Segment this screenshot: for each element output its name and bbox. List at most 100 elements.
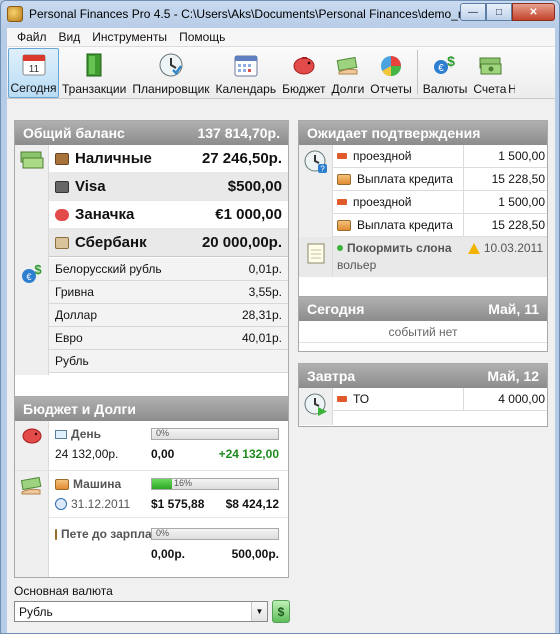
account-row[interactable]: Visa $500,00 [49, 173, 288, 201]
currency-row[interactable]: Евро 40,01р. [49, 327, 288, 350]
pending-row[interactable]: проездной 1 500,00 [333, 145, 547, 168]
pending-row[interactable]: проездной 1 500,00 [333, 191, 547, 214]
debt-progress-label: 0% [156, 528, 170, 538]
debt-progress-fill [152, 479, 173, 489]
debt-item[interactable]: Пете до зарплаты 0% 0,00р. 500,00р. [49, 518, 288, 570]
toolbar-calendar-button[interactable]: Календарь [213, 48, 280, 98]
balance-header: Общий баланс 137 814,70р. [15, 121, 288, 145]
menu-tools[interactable]: Инструменты [86, 30, 173, 44]
currency-rate: 28,31р. [241, 308, 282, 322]
door-icon [80, 51, 108, 79]
menu-help[interactable]: Помощь [173, 30, 231, 44]
currency-list: Белорусский рубль 0,01р. Гривна 3,55р. Д… [49, 258, 288, 375]
task-icon-column [299, 237, 333, 277]
toolbar-more-label: Н [509, 82, 515, 96]
budget-item[interactable]: День 0% 24 132,00р. 0,00 +24 132,00 [49, 421, 288, 470]
calendar-icon [232, 51, 260, 79]
currency-rate: 0,01р. [248, 262, 282, 276]
svg-text:11: 11 [28, 64, 39, 75]
currency-name: Гривна [55, 285, 94, 299]
toolbar-budget-button[interactable]: Бюджет [279, 48, 328, 98]
budget-title: Бюджет и Долги [23, 401, 136, 417]
svg-text:€: € [438, 63, 444, 74]
account-row[interactable]: Наличные 27 246,50р. [49, 145, 288, 173]
currency-row[interactable]: Доллар 28,31р. [49, 304, 288, 327]
pending-label: Выплата кредита [357, 218, 453, 232]
toolbar-transactions-label: Транзакции [62, 82, 127, 96]
pending-amount: 1 500,00 [463, 191, 547, 213]
pending-label: проездной [353, 195, 412, 209]
toolbar-scheduler-label: Планировщик [132, 82, 210, 96]
toolbar-debts-label: Долги [331, 82, 365, 96]
calendar-today-icon: 11 [20, 50, 48, 78]
tomorrow-row[interactable]: ТО 4 000,00 [333, 388, 547, 411]
debt-item-sub: 31.12.2011 [71, 497, 131, 511]
wallet-icon [55, 152, 69, 165]
base-currency-select[interactable]: Рубль ▼ [14, 601, 268, 622]
account-name: Наличные [75, 150, 152, 167]
toolbar-transactions-button[interactable]: Транзакции [59, 48, 129, 98]
pending-title: Ожидает подтверждения [307, 125, 481, 141]
toolbar-accounts-button[interactable]: Счета [470, 48, 509, 98]
today-date: Май, 11 [488, 301, 539, 317]
account-row[interactable]: Сбербанк 20 000,00р. [49, 229, 288, 257]
pending-amount: 1 500,00 [463, 145, 547, 167]
currency-name: Рубль [55, 354, 89, 368]
pending-header: Ожидает подтверждения [299, 121, 547, 145]
toolbar-today-button[interactable]: 11 Сегодня [8, 48, 59, 98]
tomorrow-icon-column [299, 388, 333, 425]
currencies-section: € $ Белорусский рубль 0,01р. Гривна 3,55р… [15, 258, 288, 375]
toolbar-budget-label: Бюджет [282, 82, 326, 96]
account-name: Сбербанк [75, 234, 147, 251]
bank-icon [55, 236, 69, 249]
pending-row[interactable]: Выплата кредита 15 228,50 [333, 168, 547, 191]
task-item[interactable]: Покормить слона 10.03.2011 вольер [333, 237, 547, 277]
toolbar-scheduler-button[interactable]: Планировщик [129, 48, 212, 98]
today-header: Сегодня Май, 11 [299, 297, 547, 321]
toolbar-currencies-button[interactable]: € $ Валюты [420, 48, 471, 98]
clock-question-icon: ? [303, 149, 329, 178]
task-date: 10.03.2011 [483, 241, 543, 255]
maximize-button[interactable]: □ [486, 3, 512, 21]
budget-item-right: +24 132,00 [218, 447, 279, 461]
close-button[interactable]: ✕ [512, 3, 555, 21]
today-panel: Сегодня Май, 11 событий нет [298, 296, 548, 352]
budget-progress-bar: 0% [151, 428, 279, 440]
task-section: Покормить слона 10.03.2011 вольер [299, 237, 547, 277]
base-currency-value: Рубль [19, 604, 53, 619]
svg-text:€: € [26, 272, 31, 282]
debt-item[interactable]: Машина 16% 31.12.2011 $1 575,88 $8 424,1… [49, 471, 288, 518]
debt-item-left: $1 575,88 [151, 497, 205, 511]
title-bar[interactable]: Personal Finances Pro 4.5 - C:\Users\Aks… [1, 1, 559, 27]
budget-item-sub: 24 132,00р. [55, 447, 119, 461]
window-controls: — □ ✕ [460, 3, 555, 21]
budget-group-debts: Машина 16% 31.12.2011 $1 575,88 $8 424,1… [15, 471, 288, 577]
expense-icon [337, 153, 347, 159]
account-name: Visa [75, 178, 106, 195]
pending-icon-column: ? [299, 145, 333, 237]
expense-icon [337, 396, 347, 402]
money-stack-icon [20, 149, 44, 174]
piggy-bank-icon [290, 51, 318, 79]
toolbar-more-button[interactable]: Н [509, 48, 515, 98]
debt-item-right: 500,00р. [231, 547, 279, 561]
envelope-icon [55, 429, 67, 439]
minimize-button[interactable]: — [460, 3, 486, 21]
svg-text:?: ? [320, 165, 325, 174]
pending-row[interactable]: Выплата кредита 15 228,50 [333, 214, 547, 237]
account-amount: $500,00 [227, 178, 282, 195]
menu-file[interactable]: Файл [11, 30, 53, 44]
currency-row[interactable]: Гривна 3,55р. [49, 281, 288, 304]
account-row[interactable]: Заначка €1 000,00 [49, 201, 288, 229]
debts-list: Машина 16% 31.12.2011 $1 575,88 $8 424,1… [49, 471, 288, 577]
chevron-down-icon[interactable]: ▼ [251, 602, 267, 621]
app-icon [7, 6, 23, 22]
currency-row[interactable]: Белорусский рубль 0,01р. [49, 258, 288, 281]
currency-row[interactable]: Рубль [49, 350, 288, 373]
currency-rates-button[interactable]: $ [272, 600, 290, 623]
toolbar-debts-button[interactable]: Долги [329, 48, 368, 98]
toolbar-reports-button[interactable]: Отчеты [367, 48, 414, 98]
menu-view[interactable]: Вид [53, 30, 87, 44]
debt-item-left: 0,00р. [151, 547, 186, 561]
piggy-bank-icon [55, 208, 69, 221]
